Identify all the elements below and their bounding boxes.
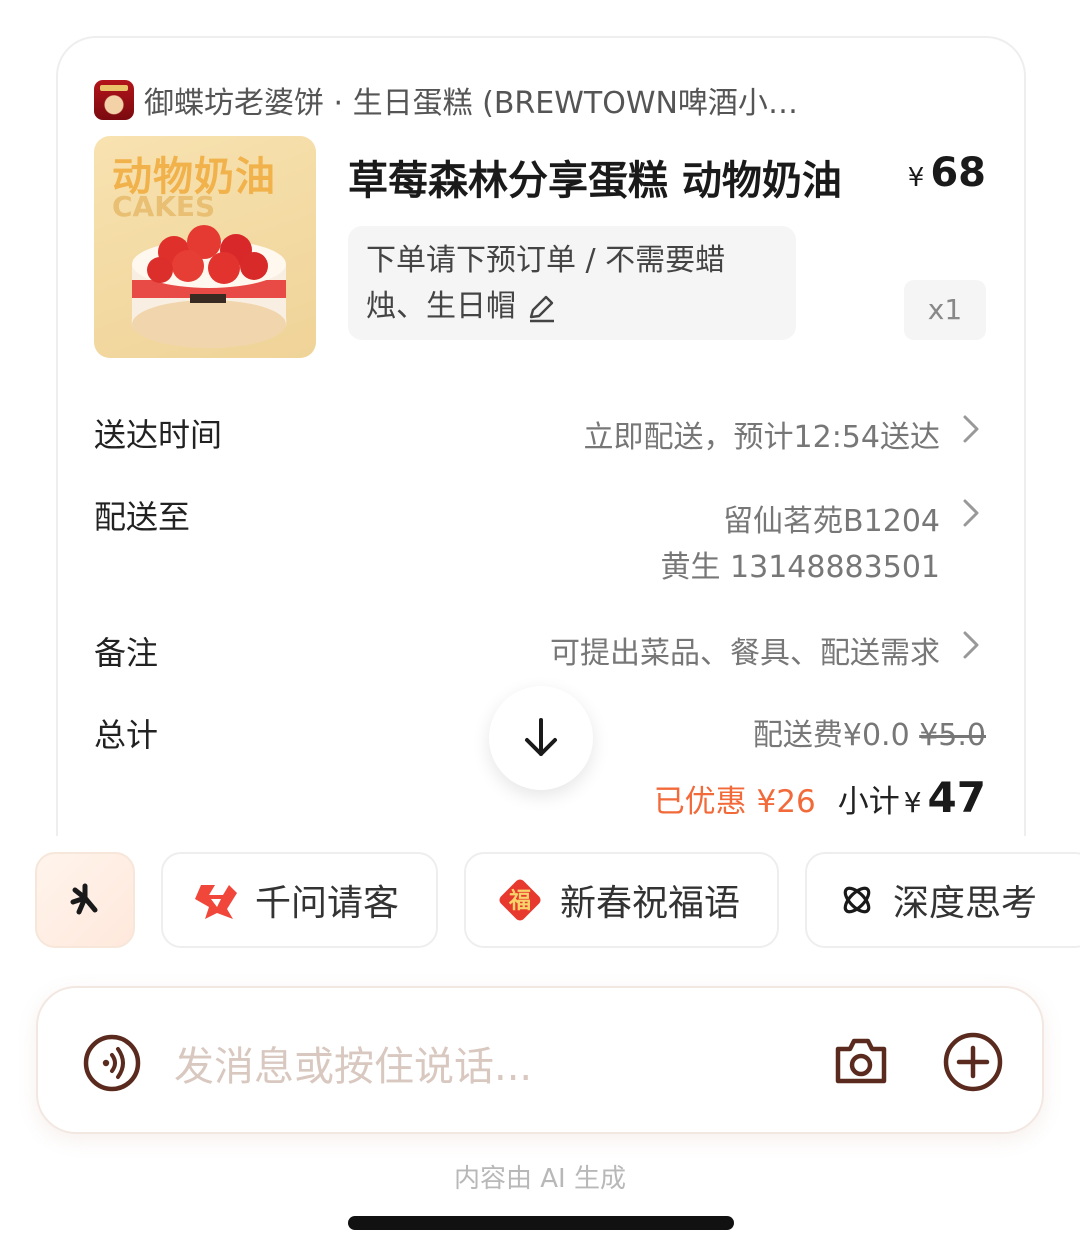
fu-icon: 福: [496, 876, 544, 924]
message-input-bar[interactable]: 发消息或按住说话...: [36, 986, 1044, 1134]
scroll-down-button[interactable]: [489, 686, 593, 790]
remark-label: 备注: [94, 634, 159, 672]
quick-chips: 千问请客 福 新春祝福语 深度思考: [0, 852, 1080, 948]
svg-text:福: 福: [508, 889, 531, 914]
ai-spark-icon: [70, 883, 98, 915]
chip-new-year-blessing[interactable]: 福 新春祝福语: [464, 852, 779, 948]
address-line1[interactable]: 留仙茗苑B1204: [723, 496, 940, 540]
ai-generated-note: 内容由 AI 生成: [454, 1164, 626, 1194]
product-title[interactable]: 草莓森林分享蛋糕 动物奶油: [348, 148, 853, 206]
total-label: 总计: [94, 716, 159, 754]
camera-icon[interactable]: [832, 1033, 890, 1089]
add-plus-icon[interactable]: [942, 1031, 1004, 1093]
chip-label: 新春祝福语: [560, 883, 741, 924]
store-header[interactable]: 御蝶坊老婆饼 · 生日蛋糕 (BREWTOWN啤酒小镇店): [94, 78, 804, 122]
voice-input-icon[interactable]: [82, 1033, 142, 1093]
arrow-down-icon: [525, 718, 557, 756]
delivery-fee-original: ¥5.0: [919, 718, 986, 753]
delivery-time-label: 送达时间: [94, 416, 223, 454]
chip-qianwen-treat[interactable]: 千问请客: [161, 852, 438, 948]
delivery-fee-label: 配送费: [752, 718, 843, 753]
subtotal-value: 47: [927, 773, 986, 822]
delivery-time-value[interactable]: 立即配送，预计12:54送达: [584, 412, 940, 456]
message-input[interactable]: 发消息或按住说话...: [174, 1034, 532, 1092]
chip-deep-thinking[interactable]: 深度思考: [805, 852, 1080, 948]
remark-placeholder[interactable]: 可提出菜品、餐具、配送需求: [550, 628, 940, 672]
qianwen-icon: [193, 879, 239, 921]
cake-illustration: [131, 225, 287, 348]
edit-pencil-icon: [529, 295, 554, 322]
quantity-badge[interactable]: x1: [904, 280, 986, 340]
delivery-fee-value: ¥0.0: [842, 718, 910, 753]
address-label: 配送至: [94, 498, 191, 536]
product-price: ¥68: [908, 150, 986, 196]
address-line2[interactable]: 黄生 13148883501: [661, 542, 941, 586]
chip-label: 千问请客: [255, 883, 400, 924]
chip-label: 深度思考: [893, 883, 1038, 924]
product-note[interactable]: 下单请下预订单 / 不需要蜡烛、生日帽: [348, 226, 796, 340]
subtotal-label: 小计: [837, 784, 900, 820]
ai-assistant-chip[interactable]: [35, 852, 135, 948]
deep-think-icon: [837, 880, 877, 920]
delivery-fee: 配送费¥0.0 ¥5.0: [753, 710, 986, 754]
price-currency: ¥: [907, 163, 925, 193]
price-value: 68: [930, 150, 986, 196]
subtotal-row: 已优惠 ¥26 小计 ¥ 47: [654, 773, 986, 822]
discount-amount: 已优惠 ¥26: [653, 784, 816, 820]
store-name: 御蝶坊老婆饼 · 生日蛋糕 (BREWTOWN啤酒小镇店): [144, 86, 804, 121]
subtotal-currency: ¥: [903, 786, 922, 819]
chevron-right-icon[interactable]: [962, 630, 980, 660]
product-image[interactable]: 动物奶油 CAKES: [94, 136, 316, 358]
store-logo-icon: [94, 80, 134, 120]
home-indicator[interactable]: [348, 1216, 734, 1230]
chevron-right-icon[interactable]: [962, 414, 980, 444]
chevron-right-icon[interactable]: [962, 498, 980, 528]
